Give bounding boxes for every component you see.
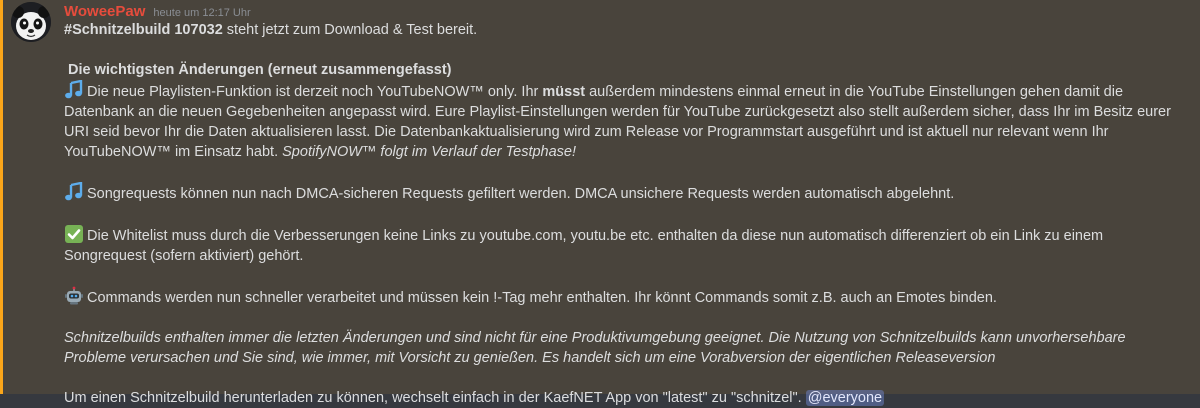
everyone-mention[interactable]: @everyone [805, 390, 885, 406]
robot-icon [65, 286, 83, 305]
changes-heading: Die wichtigsten Änderungen (erneut zusam… [68, 62, 452, 78]
change-item-text: Songrequests können nun nach DMCA-sicher… [87, 186, 955, 202]
intro-line: #Schnitzelbuild 107032 steht jetzt zum D… [64, 20, 1174, 40]
mention-highlight-bar [0, 0, 3, 394]
build-tag: #Schnitzelbuild 107032 [64, 22, 223, 38]
panda-avatar-icon [11, 2, 51, 42]
chat-message: WoweePaw heute um 12:17 Uhr #Schnitzelbu… [0, 0, 1200, 406]
message-content: #Schnitzelbuild 107032 steht jetzt zum D… [64, 20, 1174, 408]
change-item-text: Commands werden nun schneller verarbeite… [87, 290, 997, 306]
change-item-playlists: Die neue Playlisten-Funktion ist derzeit… [64, 80, 1174, 162]
change-item-emphasis: müsst [542, 84, 586, 100]
change-item-text: Die neue Playlisten-Funktion ist derzeit… [87, 84, 543, 100]
change-item-whitelist: Die Whitelist muss durch die Verbesserun… [64, 224, 1174, 266]
disclaimer-text: Schnitzelbuilds enthalten immer die letz… [64, 330, 1126, 366]
change-item-note: SpotifyNOW™ folgt im Verlauf der Testpha… [282, 144, 577, 160]
download-instructions: Um einen Schnitzelbuild herunterladen zu… [64, 388, 1174, 408]
intro-text: steht jetzt zum Download & Test bereit. [222, 22, 478, 38]
timestamp: heute um 12:17 Uhr [153, 7, 251, 19]
change-item-commands: Commands werden nun schneller verarbeite… [64, 286, 1174, 308]
message-header: WoweePaw heute um 12:17 Uhr [64, 3, 251, 21]
change-item-text: Die Whitelist muss durch die Verbesserun… [64, 228, 1104, 264]
avatar[interactable] [11, 2, 51, 42]
change-item-songrequests: Songrequests können nun nach DMCA-sicher… [64, 182, 1174, 204]
music-note-icon [65, 80, 83, 99]
download-text: Um einen Schnitzelbuild herunterladen zu… [64, 390, 806, 406]
username[interactable]: WoweePaw [64, 3, 145, 20]
music-note-icon [65, 182, 83, 201]
check-mark-icon [65, 225, 83, 243]
